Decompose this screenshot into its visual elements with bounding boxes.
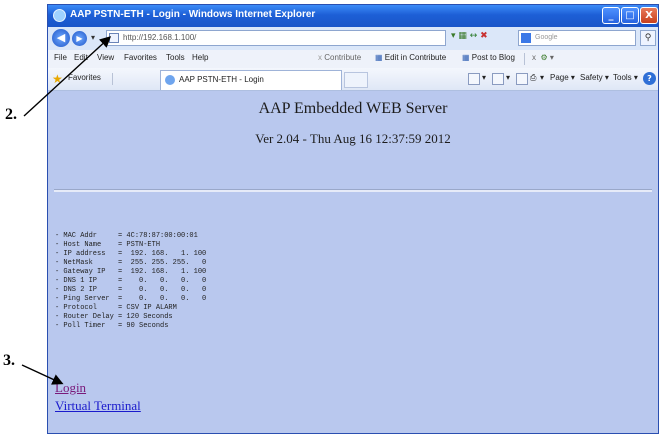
callout-arrows (21, 36, 112, 385)
arrow-to-address-bar (23, 36, 112, 117)
arrow-to-login-link (21, 364, 64, 385)
